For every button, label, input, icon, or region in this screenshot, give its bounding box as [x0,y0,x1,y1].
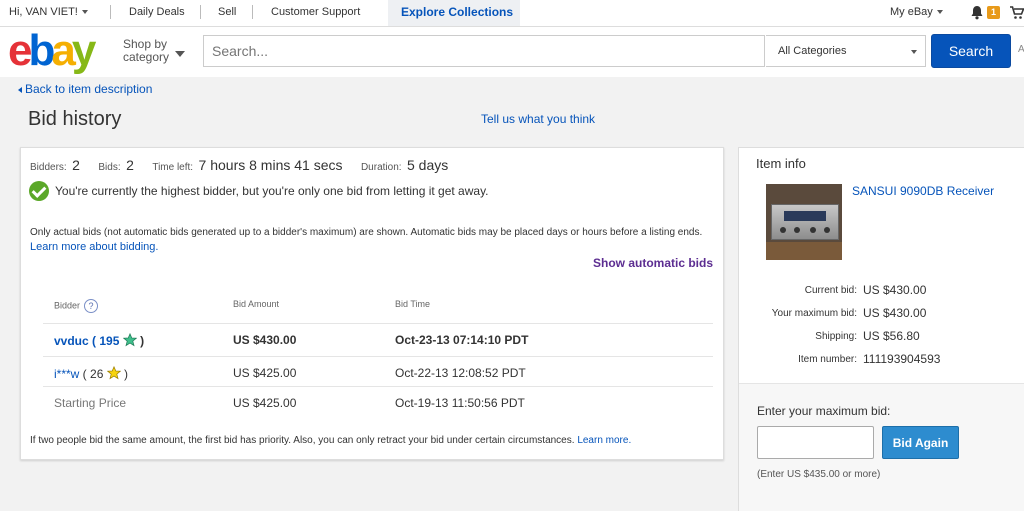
bid-amount: US $430.00 [233,333,297,347]
yellow-star-icon [106,366,121,380]
bidder-name-link[interactable]: vvduc [54,334,89,348]
bell-icon[interactable] [970,5,984,23]
back-to-item-link[interactable]: Back to item description [18,82,152,96]
customer-support-link[interactable]: Customer Support [271,6,360,18]
advanced-search-link[interactable]: A [1018,44,1024,55]
learn-more-retract-link[interactable]: Learn more. [577,435,631,446]
item-info-title: Item info [756,156,806,171]
user-greeting[interactable]: Hi, VAN VIET! [9,6,88,18]
time-left: 7 hours 8 mins 41 secs [198,157,343,173]
header: ebay Shop by category All Categories Sea… [0,27,1024,77]
bidders-count: 2 [72,157,80,173]
shop-by-category-button[interactable]: Shop by category [123,38,186,64]
search-input[interactable] [203,35,765,67]
show-automatic-bids-link[interactable]: Show automatic bids [593,256,713,270]
page-title: Bid history [28,108,122,130]
time-column-header: Bid Time [395,299,431,309]
max-bid-input[interactable] [757,426,874,459]
divider [252,5,253,19]
item-title-link[interactable]: SANSUI 9090DB Receiver [852,184,994,198]
learn-more-bidding-link[interactable]: Learn more about bidding. [30,241,158,253]
item-number-value: 111193904593 [863,352,941,366]
table-row: i***w ( 26 ) US $425.00 Oct-22-13 12:08:… [43,356,713,387]
chevron-left-icon [18,86,22,93]
starting-price-row: Starting Price US $425.00 Oct-19-13 11:5… [43,386,713,417]
place-bid-box: Enter your maximum bid: Bid Again (Enter… [739,383,1024,511]
ebay-logo[interactable]: ebay [8,29,96,73]
notification-badge: 1 [987,6,1000,19]
bid-history-panel: Bidders: 2 Bids: 2 Time left: 7 hours 8 … [20,147,724,460]
duration: 5 days [406,157,449,173]
category-select[interactable]: All Categories [766,35,926,67]
green-star-icon [122,333,137,347]
max-bid-label: Your maximum bid: [771,308,857,319]
shipping-value: US $56.80 [863,329,920,343]
bid-time: Oct-22-13 12:08:52 PDT [395,366,526,380]
chevron-down-icon [936,10,943,15]
starting-price-time: Oct-19-13 11:50:56 PDT [395,396,525,410]
bids-count: 2 [126,157,134,173]
chevron-down-icon [81,10,88,15]
bid-time: Oct-23-13 07:14:10 PDT [395,333,529,347]
tie-bid-footnote: If two people bid the same amount, the f… [30,435,632,446]
explore-collections-tab[interactable]: Explore Collections [388,0,520,26]
cart-icon[interactable] [1010,6,1024,23]
bidder-column-header: Bidder? [54,299,99,313]
bid-summary: Bidders: 2 Bids: 2 Time left: 7 hours 8 … [30,157,449,173]
shipping-label: Shipping: [815,331,857,342]
item-thumbnail[interactable] [766,184,842,260]
daily-deals-link[interactable]: Daily Deals [129,6,185,18]
amount-column-header: Bid Amount [233,299,280,309]
highest-bidder-message: You're currently the highest bidder, but… [55,184,489,198]
help-icon[interactable]: ? [84,299,99,313]
feedback-score-link[interactable]: 195 [99,334,119,348]
bids-note: Only actual bids (not automatic bids gen… [30,227,703,253]
current-bid-label: Current bid: [804,285,857,296]
sell-link[interactable]: Sell [218,6,236,18]
bid-again-button[interactable]: Bid Again [882,426,959,459]
item-number-label: Item number: [798,354,857,365]
item-info-panel: Item info SANSUI 9090DB Receiver Current… [738,147,1024,511]
chevron-down-icon [175,51,186,57]
max-bid-value: US $430.00 [863,306,927,320]
max-bid-input-label: Enter your maximum bid: [757,404,891,418]
starting-price-amount: US $425.00 [233,396,297,410]
checkmark-icon [29,181,49,201]
min-bid-hint: (Enter US $435.00 or more) [757,469,881,480]
current-bid-value: US $430.00 [863,283,927,297]
feedback-link[interactable]: Tell us what you think [481,112,595,126]
bid-amount: US $425.00 [233,366,297,380]
divider [200,5,201,19]
chevron-down-icon [911,50,917,54]
search-button[interactable]: Search [931,34,1011,68]
starting-price-label: Starting Price [54,396,127,410]
bidder-name-link[interactable]: i***w [54,367,79,381]
table-row: vvduc ( 195 ) US $430.00 Oct-23-13 07:14… [43,323,713,356]
feedback-score-link[interactable]: 26 [90,367,103,381]
top-nav-bar: Hi, VAN VIET! Daily Deals Sell Customer … [0,0,1024,27]
my-ebay-menu[interactable]: My eBay [890,6,943,18]
divider [110,5,111,19]
